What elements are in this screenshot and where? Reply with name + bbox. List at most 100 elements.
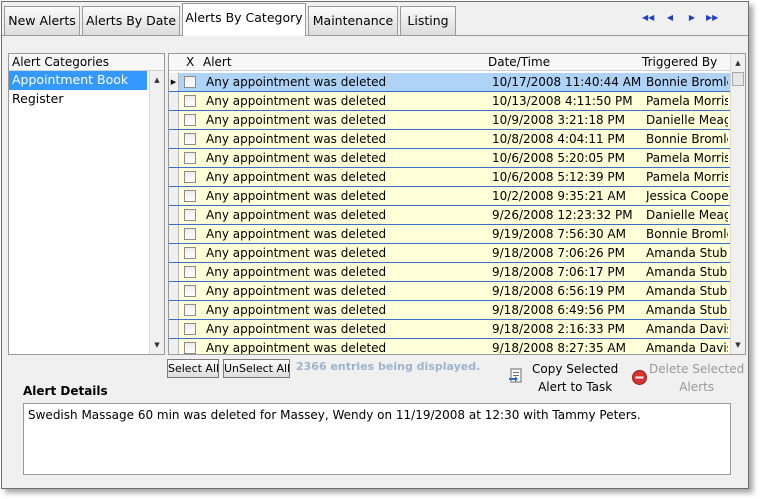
date-cell: 10/13/2008 4:11:50 PM [492, 94, 633, 108]
table-row[interactable]: Any appointment was deleted 9/18/2008 7:0… [169, 263, 730, 282]
alert-cell: Any appointment was deleted [206, 208, 387, 222]
tab-new-alerts[interactable]: New Alerts [4, 6, 80, 35]
row-checkbox[interactable] [184, 266, 196, 278]
row-indicator [169, 187, 179, 205]
column-header-date[interactable]: Date/Time [488, 54, 550, 71]
column-header-alert[interactable]: Alert [203, 54, 232, 71]
column-header-triggered-by[interactable]: Triggered By [642, 54, 717, 71]
row-indicator [169, 339, 179, 354]
next-page-icon[interactable]: ▶ [686, 13, 698, 23]
row-indicator [169, 244, 179, 262]
tab-alerts-by-category[interactable]: Alerts By Category [182, 3, 306, 36]
table-row[interactable]: Any appointment was deleted 10/13/2008 4:… [169, 92, 730, 111]
entries-count: 2366 entries being displayed. [296, 360, 481, 373]
first-page-icon[interactable]: ◀◀ [642, 13, 654, 23]
table-row[interactable]: ▶ Any appointment was deleted 10/17/2008 1… [169, 73, 730, 92]
delete-selected-label: Delete Selected [649, 362, 745, 376]
select-all-button[interactable]: Select All [167, 359, 219, 378]
column-header-x[interactable]: X [186, 54, 194, 71]
row-checkbox[interactable] [184, 209, 196, 221]
row-checkbox[interactable] [184, 95, 196, 107]
row-checkbox[interactable] [184, 285, 196, 297]
triggered-by-cell: Bonnie Bromley [646, 227, 728, 241]
row-indicator [169, 130, 179, 148]
table-row[interactable]: Any appointment was deleted 10/6/2008 5:2… [169, 149, 730, 168]
table-row[interactable]: Any appointment was deleted 10/6/2008 5:1… [169, 168, 730, 187]
delete-selected-alerts[interactable]: Delete Selected Alerts [649, 360, 744, 396]
unselect-all-button[interactable]: UnSelect All [223, 359, 290, 378]
copy-to-task-icon[interactable] [508, 368, 524, 384]
table-row[interactable]: Any appointment was deleted 9/26/2008 12:… [169, 206, 730, 225]
triggered-by-cell: Amanda Davis [646, 322, 728, 336]
row-checkbox[interactable] [184, 114, 196, 126]
alert-cell: Any appointment was deleted [206, 113, 387, 127]
date-cell: 9/18/2008 6:49:56 PM [492, 303, 626, 317]
alert-cell: Any appointment was deleted [206, 341, 387, 355]
date-cell: 9/26/2008 12:23:32 PM [492, 208, 633, 222]
category-appointment-book[interactable]: Appointment Book [9, 71, 147, 90]
table-row[interactable]: Any appointment was deleted 9/18/2008 6:5… [169, 282, 730, 301]
table-row[interactable]: Any appointment was deleted 9/18/2008 2:1… [169, 320, 730, 339]
date-cell: 10/9/2008 3:21:18 PM [492, 113, 626, 127]
scroll-down-icon[interactable]: ▼ [150, 338, 164, 352]
tab-maintenance[interactable]: Maintenance [308, 6, 398, 35]
table-row[interactable]: Any appointment was deleted 9/18/2008 8:2… [169, 339, 730, 355]
row-checkbox[interactable] [184, 247, 196, 259]
row-checkbox[interactable] [184, 171, 196, 183]
alerts-grid: X Alert Date/Time Triggered By ▶ Any appo… [168, 53, 746, 355]
alert-categories-header: Alert Categories [9, 54, 164, 71]
scroll-thumb[interactable] [732, 72, 744, 86]
alert-cell: Any appointment was deleted [206, 265, 387, 279]
row-checkbox[interactable] [184, 152, 196, 164]
row-indicator [169, 301, 179, 319]
row-checkbox[interactable] [184, 323, 196, 335]
category-register[interactable]: Register [9, 90, 147, 109]
alert-cell: Any appointment was deleted [206, 246, 387, 260]
tab-bar: New Alerts Alerts By Date Alerts By Cate… [2, 2, 748, 36]
tab-alerts-by-date[interactable]: Alerts By Date [82, 6, 180, 35]
table-row[interactable]: Any appointment was deleted 10/2/2008 9:3… [169, 187, 730, 206]
alert-details-label: Alert Details [23, 384, 108, 398]
row-indicator [169, 263, 179, 281]
date-cell: 10/2/2008 9:35:21 AM [492, 189, 626, 203]
row-checkbox[interactable] [184, 76, 196, 88]
row-checkbox[interactable] [184, 342, 196, 354]
row-checkbox[interactable] [184, 190, 196, 202]
triggered-by-cell: Bonnie Bromley [646, 75, 728, 89]
table-row[interactable]: Any appointment was deleted 10/9/2008 3:2… [169, 111, 730, 130]
date-cell: 10/8/2008 4:04:11 PM [492, 132, 626, 146]
table-row[interactable]: Any appointment was deleted 9/18/2008 6:4… [169, 301, 730, 320]
copy-alert-to-task-label: Alert to Task [538, 380, 613, 394]
copy-selected-label: Copy Selected [532, 362, 619, 376]
row-checkbox[interactable] [184, 133, 196, 145]
grid-scrollbar[interactable]: ▲ ▼ [730, 54, 745, 354]
tab-listing[interactable]: Listing [400, 6, 456, 35]
date-cell: 10/6/2008 5:12:39 PM [492, 170, 626, 184]
triggered-by-cell: Jessica Cooper [646, 189, 728, 203]
row-checkbox[interactable] [184, 304, 196, 316]
row-indicator [169, 149, 179, 167]
date-cell: 9/18/2008 6:56:19 PM [492, 284, 626, 298]
categories-scrollbar[interactable]: ▲ ▼ [149, 71, 164, 354]
tab-divider [2, 35, 748, 36]
scroll-down-icon[interactable]: ▼ [731, 338, 745, 352]
alert-cell: Any appointment was deleted [206, 132, 387, 146]
delete-icon[interactable] [632, 370, 647, 385]
last-page-icon[interactable]: ▶▶ [706, 13, 718, 23]
copy-selected-alert-to-task[interactable]: Copy Selected Alert to Task [532, 360, 618, 396]
previous-page-icon[interactable]: ◀ [664, 13, 676, 23]
triggered-by-cell: Pamela Morris [646, 151, 728, 165]
row-checkbox[interactable] [184, 228, 196, 240]
alert-details-textbox[interactable]: Swedish Massage 60 min was deleted for M… [23, 403, 731, 475]
triggered-by-cell: Danielle Meager [646, 113, 728, 127]
triggered-by-cell: Amanda Stubbs [646, 246, 728, 260]
table-row[interactable]: Any appointment was deleted 9/19/2008 7:5… [169, 225, 730, 244]
table-row[interactable]: Any appointment was deleted 10/8/2008 4:0… [169, 130, 730, 149]
alert-cell: Any appointment was deleted [206, 75, 387, 89]
scroll-up-icon[interactable]: ▲ [731, 56, 745, 70]
alert-cell: Any appointment was deleted [206, 303, 387, 317]
table-row[interactable]: Any appointment was deleted 9/18/2008 7:0… [169, 244, 730, 263]
alerts-window: New Alerts Alerts By Date Alerts By Cate… [1, 1, 749, 489]
alert-categories-list: Alert Categories Appointment Book Regist… [8, 53, 165, 355]
scroll-up-icon[interactable]: ▲ [150, 73, 164, 87]
